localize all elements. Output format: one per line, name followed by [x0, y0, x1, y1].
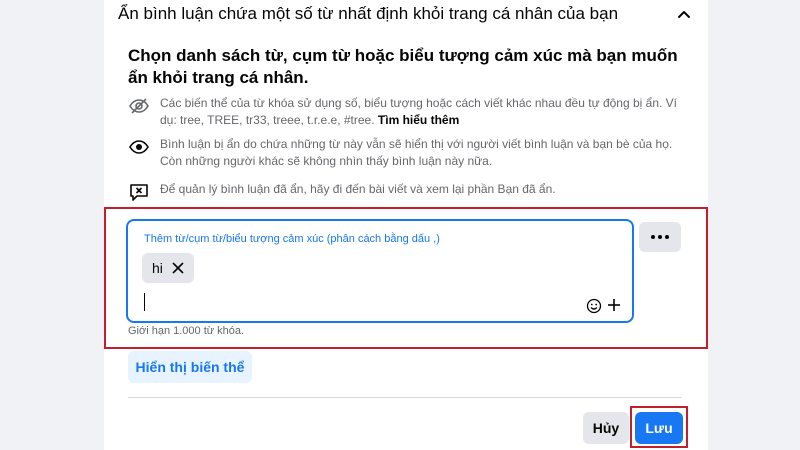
- info-manage-text: Để quản lý bình luận đã ẩn, hãy đi đến b…: [160, 182, 556, 196]
- show-variants-button[interactable]: Hiển thị biến thể: [128, 351, 252, 383]
- learn-more-link[interactable]: Tìm hiểu thêm: [378, 113, 459, 127]
- eye-slash-icon: [129, 98, 149, 114]
- page-heading: Chọn danh sách từ, cụm từ hoặc biểu tượn…: [128, 46, 678, 87]
- info-visibility-text: Bình luận bị ẩn do chứa những từ này vẫn…: [160, 137, 673, 168]
- divider: [128, 397, 682, 398]
- info-variants-text: Các biến thể của từ khóa sử dụng số, biể…: [160, 95, 686, 129]
- save-button[interactable]: Lưu: [635, 412, 683, 444]
- cancel-button[interactable]: Hủy: [583, 412, 629, 444]
- background-right: [708, 0, 800, 450]
- eye-icon: [129, 140, 149, 154]
- comment-x-icon: [130, 184, 148, 201]
- section-title: Ẩn bình luận chứa một số từ nhất định kh…: [118, 4, 619, 23]
- background-left: [0, 0, 104, 450]
- annotation-highlight-input: [104, 207, 708, 349]
- chevron-up-icon[interactable]: [674, 6, 694, 22]
